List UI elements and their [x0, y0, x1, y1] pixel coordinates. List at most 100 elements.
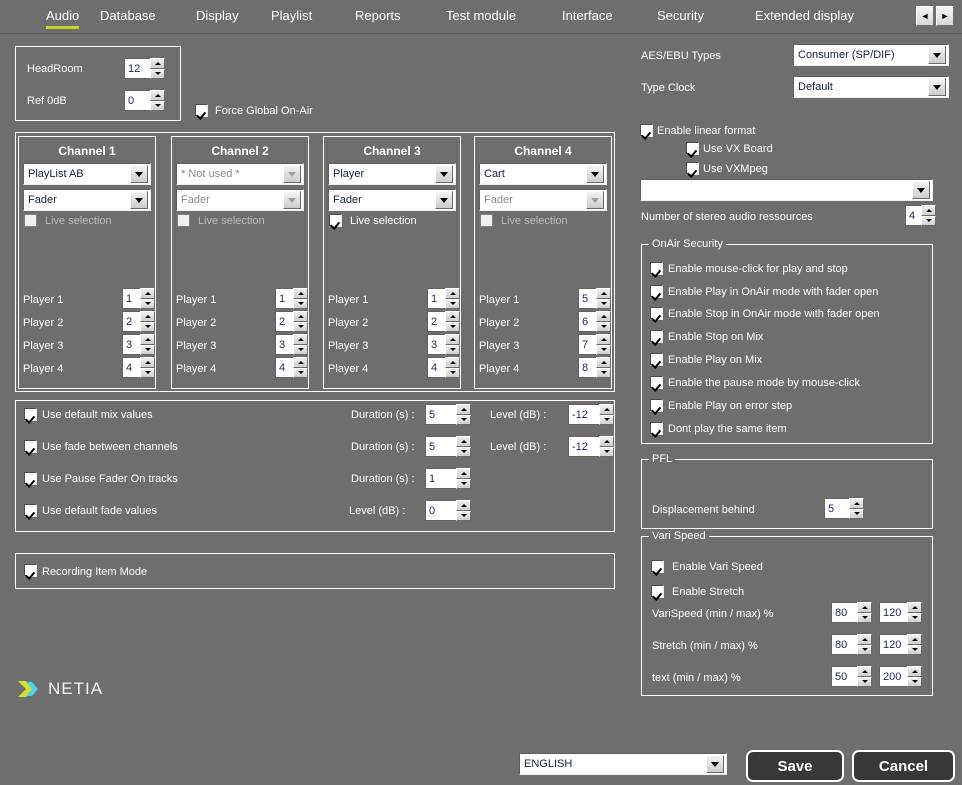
increment[interactable] [857, 634, 872, 645]
channel-3-player-1-stepper[interactable]: 1 [427, 288, 460, 309]
channel-1-player-1-stepper[interactable]: 1 [122, 288, 155, 309]
channel-4-source-dropdown[interactable]: Cart [479, 163, 607, 185]
use-pause-fader-on-tracks-checkbox[interactable] [24, 472, 37, 485]
increment[interactable] [456, 404, 471, 415]
decrement[interactable] [456, 446, 471, 457]
mix-row-4-level-stepper[interactable]: 0 [425, 500, 471, 521]
decrement[interactable] [140, 344, 155, 355]
increment[interactable] [857, 666, 872, 677]
text-min-stepper[interactable]: 50 [831, 666, 872, 687]
enable-linear-format-checkbox[interactable] [640, 124, 653, 137]
stretch-min-value[interactable]: 80 [831, 634, 857, 655]
tab-audio[interactable]: Audio [46, 8, 80, 29]
increment[interactable] [849, 498, 864, 509]
decrement[interactable] [857, 612, 872, 623]
channel-4-mode-dropdown[interactable]: Fader [479, 189, 607, 211]
increment[interactable] [140, 357, 155, 368]
enable-stop-on-mix-checkbox[interactable] [650, 330, 663, 343]
force-global-onair-checkbox[interactable] [195, 104, 208, 117]
increment[interactable] [596, 288, 611, 299]
decrement[interactable] [596, 321, 611, 332]
enable-stop-onair-fader-open-checkbox[interactable] [650, 307, 663, 320]
enable-play-on-mix-checkbox[interactable] [650, 353, 663, 366]
dont-play-same-item-checkbox[interactable] [650, 422, 663, 435]
increment[interactable] [140, 288, 155, 299]
channel-3-player-1-value[interactable]: 1 [427, 288, 445, 309]
channel-1-player-3-stepper[interactable]: 3 [122, 334, 155, 355]
language-dropdown[interactable]: ENGLISH [519, 753, 727, 775]
decrement[interactable] [596, 344, 611, 355]
enable-stretch-checkbox[interactable] [651, 585, 664, 598]
headroom-decrement[interactable] [150, 68, 165, 79]
channel-2-player-3-value[interactable]: 3 [275, 334, 293, 355]
channel-1-player-4-value[interactable]: 4 [122, 357, 140, 378]
decrement[interactable] [921, 215, 936, 226]
decrement[interactable] [599, 414, 614, 425]
text-max-value[interactable]: 200 [879, 666, 907, 687]
tab-playlist[interactable]: Playlist [271, 8, 312, 26]
increment[interactable] [445, 334, 460, 345]
decrement[interactable] [907, 676, 922, 687]
varispeed-min-value[interactable]: 80 [831, 602, 857, 623]
channel-2-player-3-stepper[interactable]: 3 [275, 334, 308, 355]
text-max-stepper[interactable]: 200 [879, 666, 922, 687]
channel-2-live-selection-checkbox[interactable] [177, 214, 190, 227]
ref-0db-decrement[interactable] [150, 100, 165, 111]
mix-row-2-level-value[interactable]: -12 [568, 436, 599, 457]
mix-row-3-duration-value[interactable]: 1 [425, 468, 456, 489]
channel-2-player-2-stepper[interactable]: 2 [275, 311, 308, 332]
channel-1-player-3-value[interactable]: 3 [122, 334, 140, 355]
ref-0db-value[interactable]: 0 [124, 90, 150, 111]
mix-row-3-duration-stepper[interactable]: 1 [425, 468, 471, 489]
tab-interface[interactable]: Interface [562, 8, 613, 26]
channel-1-player-4-stepper[interactable]: 4 [122, 357, 155, 378]
increment[interactable] [907, 666, 922, 677]
channel-4-live-selection-checkbox[interactable] [480, 214, 493, 227]
decrement[interactable] [140, 298, 155, 309]
increment[interactable] [907, 602, 922, 613]
channel-3-mode-dropdown[interactable]: Fader [328, 189, 456, 211]
tab-reports[interactable]: Reports [355, 8, 401, 26]
varispeed-max-value[interactable]: 120 [879, 602, 907, 623]
channel-2-source-dropdown[interactable]: * Not used * [176, 163, 304, 185]
channel-3-player-2-stepper[interactable]: 2 [427, 311, 460, 332]
use-fade-between-channels-checkbox[interactable] [24, 440, 37, 453]
channel-4-player-1-stepper[interactable]: 5 [578, 288, 611, 309]
channel-3-player-2-value[interactable]: 2 [427, 311, 445, 332]
channel-4-player-4-value[interactable]: 8 [578, 357, 596, 378]
channel-4-player-2-value[interactable]: 6 [578, 311, 596, 332]
channel-1-player-1-value[interactable]: 1 [122, 288, 140, 309]
board-selection-dropdown[interactable] [640, 179, 933, 201]
enable-vari-speed-checkbox[interactable] [651, 560, 664, 573]
tab-extended-display[interactable]: Extended display [755, 8, 854, 26]
decrement[interactable] [907, 612, 922, 623]
tab-test-module[interactable]: Test module [446, 8, 516, 26]
increment[interactable] [921, 205, 936, 216]
increment[interactable] [445, 357, 460, 368]
increment[interactable] [445, 288, 460, 299]
headroom-stepper[interactable]: 12 [124, 58, 165, 79]
channel-4-player-4-stepper[interactable]: 8 [578, 357, 611, 378]
mix-row-1-level-value[interactable]: -12 [568, 404, 599, 425]
decrement[interactable] [445, 367, 460, 378]
decrement[interactable] [293, 367, 308, 378]
type-clock-dropdown[interactable]: Default [793, 76, 949, 98]
channel-3-player-3-value[interactable]: 3 [427, 334, 445, 355]
increment[interactable] [140, 334, 155, 345]
increment[interactable] [599, 404, 614, 415]
increment[interactable] [857, 602, 872, 613]
enable-mouse-click-play-stop-checkbox[interactable] [650, 262, 663, 275]
ref-0db-stepper[interactable]: 0 [124, 90, 165, 111]
increment[interactable] [293, 311, 308, 322]
use-default-fade-values-checkbox[interactable] [24, 504, 37, 517]
channel-1-live-selection-checkbox[interactable] [24, 214, 37, 227]
channel-4-player-3-value[interactable]: 7 [578, 334, 596, 355]
increment[interactable] [596, 357, 611, 368]
channel-1-source-dropdown[interactable]: PlayList AB [23, 163, 151, 185]
increment[interactable] [456, 500, 471, 511]
channel-1-mode-dropdown[interactable]: Fader [23, 189, 151, 211]
varispeed-min-stepper[interactable]: 80 [831, 602, 872, 623]
channel-2-player-4-stepper[interactable]: 4 [275, 357, 308, 378]
enable-play-on-error-step-checkbox[interactable] [650, 399, 663, 412]
enable-play-onair-fader-open-checkbox[interactable] [650, 285, 663, 298]
